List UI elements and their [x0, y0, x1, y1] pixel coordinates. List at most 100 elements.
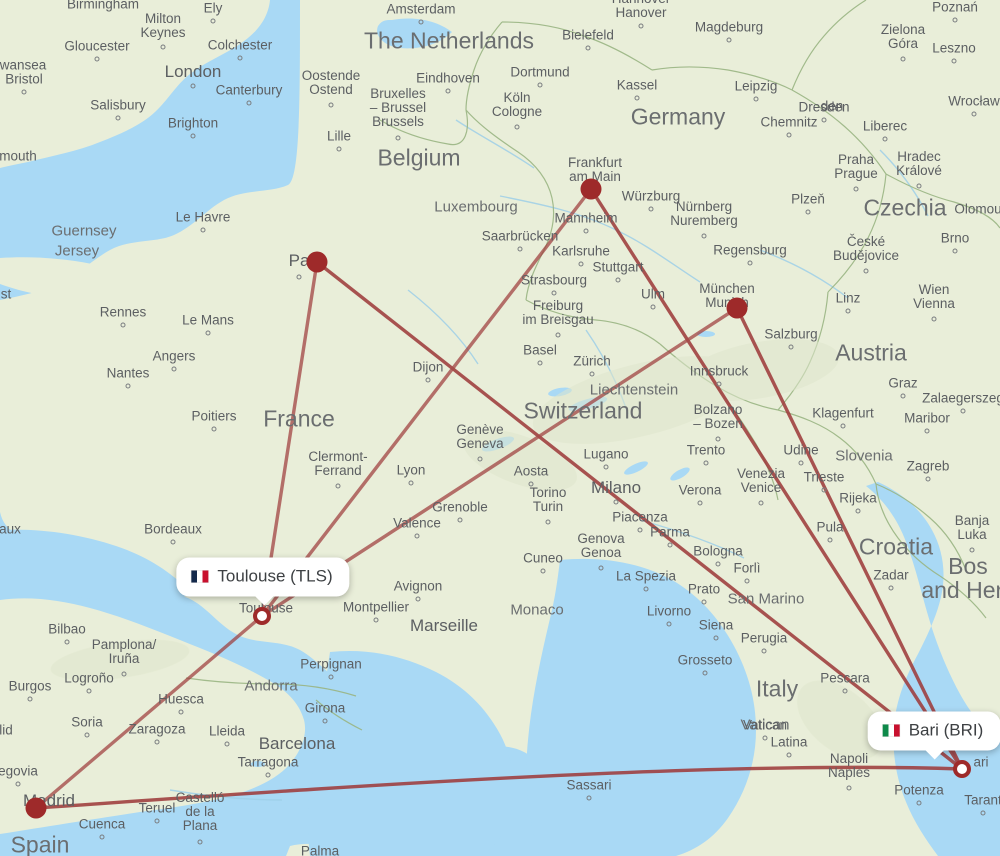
- hub-marker[interactable]: [580, 178, 602, 200]
- city-dot-icon: [120, 322, 126, 328]
- city-dot-icon: [528, 481, 534, 487]
- city-dot-icon: [178, 709, 184, 715]
- city-dot-icon: [925, 476, 931, 482]
- city-dot-icon: [726, 37, 732, 43]
- city-dot-icon: [863, 268, 869, 274]
- flight-route-map[interactable]: Germany Belgium France Switzerland Austria It…: [0, 0, 1000, 856]
- city-dot-icon: [666, 621, 672, 627]
- city-dot-icon: [761, 648, 767, 654]
- city-dot-icon: [395, 135, 401, 141]
- city-dot-icon: [197, 839, 203, 845]
- city-dot-icon: [64, 639, 70, 645]
- city-dot-icon: [855, 508, 861, 514]
- city-dot-icon: [408, 480, 414, 486]
- city-dot-icon: [336, 146, 342, 152]
- hub-marker[interactable]: [25, 797, 47, 819]
- city-dot-icon: [951, 58, 957, 64]
- route-path: [315, 260, 964, 771]
- city-dot-icon: [980, 810, 986, 816]
- city-dot-icon: [788, 344, 794, 350]
- city-dot-icon: [786, 132, 792, 138]
- city-dot-icon: [27, 696, 33, 702]
- city-dot-icon: [190, 133, 196, 139]
- city-dot-icon: [827, 537, 833, 543]
- city-dot-icon: [845, 308, 851, 314]
- city-dot-icon: [589, 371, 595, 377]
- city-dot-icon: [160, 44, 166, 50]
- hub-marker[interactable]: [306, 251, 328, 273]
- city-dot-icon: [971, 111, 977, 117]
- city-dot-icon: [84, 732, 90, 738]
- city-dot-icon: [125, 383, 131, 389]
- city-dot-icon: [667, 542, 673, 548]
- endpoint-marker[interactable]: [253, 607, 271, 625]
- route-path: [34, 614, 264, 810]
- city-dot-icon: [415, 596, 421, 602]
- city-dot-icon: [86, 688, 92, 694]
- city-dot-icon: [969, 547, 975, 553]
- tooltip-bari[interactable]: Bari (BRI): [867, 711, 1000, 760]
- city-dot-icon: [701, 233, 707, 239]
- city-dot-icon: [190, 83, 196, 89]
- city-dot-icon: [703, 460, 709, 466]
- city-dot-icon: [322, 718, 328, 724]
- city-dot-icon: [237, 55, 243, 61]
- city-dot-icon: [537, 82, 543, 88]
- city-dot-icon: [537, 360, 543, 366]
- city-dot-icon: [805, 209, 811, 215]
- city-dot-icon: [762, 735, 768, 741]
- city-dot-icon: [115, 115, 121, 121]
- city-dot-icon: [154, 818, 160, 824]
- tooltip-toulouse[interactable]: Toulouse (TLS): [176, 557, 350, 606]
- city-dot-icon: [840, 423, 846, 429]
- city-dot-icon: [99, 834, 105, 840]
- city-dot-icon: [888, 585, 894, 591]
- hub-marker[interactable]: [726, 297, 748, 319]
- city-dot-icon: [952, 248, 958, 254]
- city-dot-icon: [171, 366, 177, 372]
- city-dot-icon: [931, 316, 937, 322]
- city-dot-icon: [211, 426, 217, 432]
- city-dot-icon: [643, 586, 649, 592]
- endpoint-marker[interactable]: [953, 760, 971, 778]
- city-dot-icon: [821, 117, 827, 123]
- city-dot-icon: [15, 781, 21, 787]
- city-dot-icon: [952, 17, 958, 23]
- city-dot-icon: [758, 500, 764, 506]
- city-dot-icon: [702, 670, 708, 676]
- route-path: [34, 765, 964, 810]
- city-dot-icon: [853, 186, 859, 192]
- city-dot-icon: [821, 487, 827, 493]
- city-dot-icon: [798, 460, 804, 466]
- city-dot-icon: [900, 56, 906, 62]
- city-dot-icon: [551, 290, 557, 296]
- city-dot-icon: [637, 527, 643, 533]
- city-dot-icon: [786, 752, 792, 758]
- city-dot-icon: [603, 464, 609, 470]
- city-dot-icon: [335, 483, 341, 489]
- city-dot-icon: [650, 304, 656, 310]
- city-dot-icon: [477, 456, 483, 462]
- city-dot-icon: [960, 408, 966, 414]
- city-dot-icon: [583, 228, 589, 234]
- city-dot-icon: [578, 261, 584, 267]
- city-dot-icon: [210, 18, 216, 24]
- city-dot-icon: [328, 674, 334, 680]
- city-dot-icon: [373, 617, 379, 623]
- city-dot-icon: [328, 102, 334, 108]
- city-dot-icon: [425, 377, 431, 383]
- city-dot-icon: [713, 635, 719, 641]
- city-dot-icon: [418, 19, 424, 25]
- city-dot-icon: [715, 436, 721, 442]
- city-dot-icon: [414, 533, 420, 539]
- city-dot-icon: [697, 500, 703, 506]
- city-dot-icon: [200, 227, 206, 233]
- city-dot-icon: [842, 688, 848, 694]
- city-dot-icon: [585, 45, 591, 51]
- city-dot-icon: [540, 568, 546, 574]
- city-dot-icon: [517, 246, 523, 252]
- city-dot-icon: [716, 381, 722, 387]
- city-dot-icon: [205, 330, 211, 336]
- city-dot-icon: [916, 800, 922, 806]
- city-dot-icon: [846, 785, 852, 791]
